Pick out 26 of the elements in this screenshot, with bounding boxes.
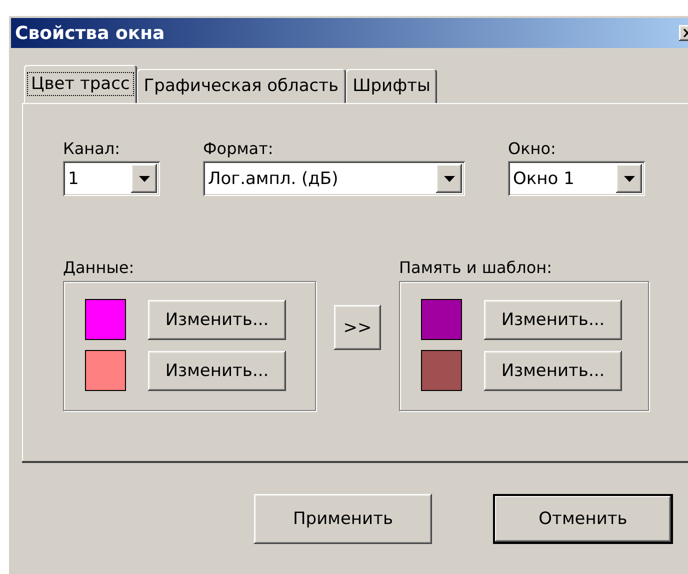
- color-swatch[interactable]: [85, 299, 126, 340]
- dialog-button[interactable]: Отменить: [493, 494, 673, 544]
- field-label: Окно:: [508, 140, 557, 158]
- tab[interactable]: Графическая область: [136, 69, 346, 103]
- color-swatch[interactable]: [421, 350, 462, 391]
- change-button[interactable]: Изменить...: [148, 350, 286, 390]
- group-label: Память и шаблон:: [399, 259, 554, 277]
- copy-button[interactable]: >>: [334, 305, 381, 350]
- group-label: Данные:: [63, 259, 136, 277]
- change-button[interactable]: Изменить...: [148, 300, 286, 340]
- tab[interactable]: Цвет трасс: [24, 65, 137, 103]
- change-button[interactable]: Изменить...: [484, 300, 622, 340]
- caret-icon: [138, 176, 150, 182]
- tab[interactable]: Шрифты: [346, 69, 438, 103]
- dropdown[interactable]: Окно 1: [508, 161, 645, 196]
- dropdown[interactable]: Лог.ампл. (дБ): [203, 161, 465, 196]
- dialog-button[interactable]: Применить: [254, 494, 432, 544]
- caret-icon: [444, 176, 454, 182]
- dropdown[interactable]: 1: [63, 161, 160, 196]
- window-title: Свойства окна: [15, 22, 165, 44]
- caret-icon: [624, 176, 634, 182]
- color-swatch[interactable]: [85, 350, 126, 391]
- change-button[interactable]: Изменить...: [484, 350, 622, 390]
- field-label: Формат:: [203, 140, 274, 158]
- field-label: Канал:: [63, 140, 122, 158]
- color-swatch[interactable]: [421, 299, 462, 340]
